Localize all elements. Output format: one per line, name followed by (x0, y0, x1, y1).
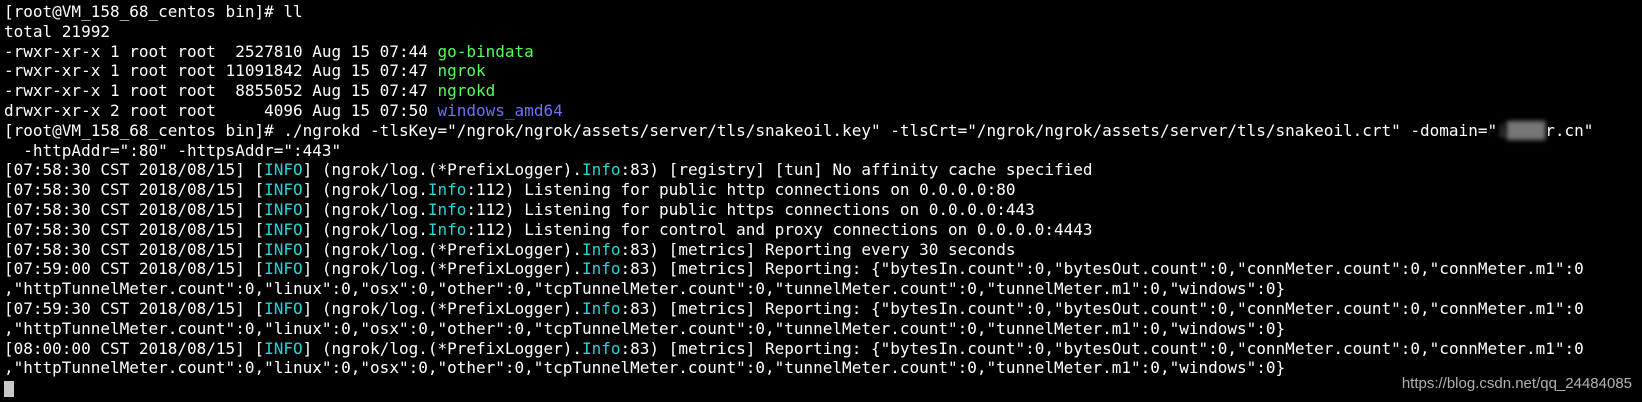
terminal-text-segment: :83) [metrics] Reporting: {"bytesIn.coun… (620, 298, 1584, 318)
terminal-text-segment: r.cn" (1545, 120, 1594, 140)
terminal-text-segment: ] (ngrok/log. (302, 180, 428, 200)
terminal-text-segment: [07:58:30 CST 2018/08/15] [ (4, 239, 265, 259)
terminal-line: [07:58:30 CST 2018/08/15] [INFO] (ngrok/… (4, 180, 1593, 200)
terminal-text-segment: [07:59:30 CST 2018/08/15] [ (4, 298, 265, 318)
terminal-text-segment: -rwxr-xr-x 1 root root 8855052 Aug 15 07… (4, 81, 438, 101)
terminal-text-segment: ,"httpTunnelMeter.count":0,"linux":0,"os… (4, 358, 1286, 378)
terminal-line: -rwxr-xr-x 1 root root 8855052 Aug 15 07… (4, 81, 1593, 101)
terminal-text-segment: total 21992 (4, 21, 110, 41)
terminal-text-segment: Info (581, 160, 621, 180)
terminal-text-segment: :112) Listening for control and proxy co… (466, 219, 1093, 239)
terminal-line: [08:00:00 CST 2018/08/15] [INFO] (ngrok/… (4, 339, 1593, 359)
terminal-text-segment: [root@VM_158_68_centos bin]# ll (4, 2, 303, 21)
terminal-line: ,"httpTunnelMeter.count":0,"linux":0,"os… (4, 279, 1593, 299)
terminal-text-segment: INFO (264, 199, 303, 219)
terminal-text-segment: ngrokd (437, 81, 496, 101)
terminal-text-segment: [07:58:30 CST 2018/08/15] [ (4, 160, 265, 180)
terminal-line: [07:59:00 CST 2018/08/15] [INFO] (ngrok/… (4, 259, 1593, 279)
terminal-text-segment: INFO (264, 259, 303, 279)
terminal-text-segment: ,"httpTunnelMeter.count":0,"linux":0,"os… (4, 318, 1286, 338)
terminal-text-segment: INFO (264, 219, 303, 239)
terminal-line: [07:58:30 CST 2018/08/15] [INFO] (ngrok/… (4, 200, 1593, 220)
terminal-text-segment: [07:59:00 CST 2018/08/15] [ (4, 259, 265, 279)
terminal-line: total 21992 (4, 22, 1593, 42)
terminal-text-segment: drwxr-xr-x 2 root root 4096 Aug 15 07:50 (4, 100, 438, 120)
terminal-line: -httpAddr=":80" -httpsAddr=":443" (4, 141, 1593, 161)
terminal-text-segment: ngrok (437, 61, 486, 81)
terminal-line: -rwxr-xr-x 1 root root 11091842 Aug 15 0… (4, 61, 1593, 81)
terminal-line: [07:58:30 CST 2018/08/15] [INFO] (ngrok/… (4, 220, 1593, 240)
terminal-text-segment: Info (581, 298, 621, 318)
terminal-text-segment: ] (ngrok/log.(*PrefixLogger). (302, 298, 582, 318)
terminal-line: [07:58:30 CST 2018/08/15] [INFO] (ngrok/… (4, 160, 1593, 180)
terminal-text-segment: :112) Listening for public http connecti… (466, 180, 1016, 200)
terminal-text-segment: -rwxr-xr-x 1 root root 11091842 Aug 15 0… (4, 61, 438, 81)
terminal-text-segment: go-bindata (437, 41, 534, 61)
terminal-text-segment: Info (581, 259, 621, 279)
terminal-text-segment: Info (427, 199, 467, 219)
terminal-line: ,"httpTunnelMeter.count":0,"linux":0,"os… (4, 319, 1593, 339)
terminal-text-segment: ] (ngrok/log. (302, 219, 428, 239)
terminal-text-segment: INFO (264, 338, 303, 358)
terminal-text-segment: :83) [metrics] Reporting: {"bytesIn.coun… (620, 338, 1584, 358)
terminal-output: [root@VM_158_68_centos bin]# ll total 219… (4, 2, 1593, 398)
terminal-text-segment: Info (581, 239, 621, 259)
terminal-line: [07:58:30 CST 2018/08/15] [INFO] (ngrok/… (4, 240, 1593, 260)
terminal-text-segment: -rwxr-xr-x 1 root root 2527810 Aug 15 07… (4, 41, 438, 61)
terminal-text-segment: Info (427, 180, 467, 200)
terminal-text-segment: :112) Listening for public https connect… (466, 199, 1035, 219)
terminal-text-segment: INFO (264, 180, 303, 200)
terminal-text-segment: [08:00:00 CST 2018/08/15] [ (4, 338, 265, 358)
terminal-text-segment: ] (ngrok/log.(*PrefixLogger). (302, 259, 582, 279)
terminal-text-segment: Info (427, 219, 467, 239)
terminal-text-segment: ] (ngrok/log.(*PrefixLogger). (302, 338, 582, 358)
terminal-text-segment: Info (581, 338, 621, 358)
terminal-text-segment: :83) [metrics] Reporting: {"bytesIn.coun… (620, 259, 1584, 279)
terminal-text-segment: -httpAddr=":80" -httpsAddr=":443" (4, 140, 342, 160)
terminal-text-segment: :83) [metrics] Reporting every 30 second… (620, 239, 1016, 259)
terminal-text-segment: windows_amd64 (437, 100, 563, 120)
redacted-text: i████ (1497, 120, 1546, 140)
terminal-line: [root@VM_158_68_centos bin]# ./ngrokd -t… (4, 121, 1593, 141)
terminal-cursor (4, 380, 14, 397)
terminal-line: [root@VM_158_68_centos bin]# ll (4, 2, 1593, 22)
terminal-text-segment: :83) [registry] [tun] No affinity cache … (620, 160, 1093, 180)
terminal-text-segment: INFO (264, 239, 303, 259)
terminal-text-segment: [07:58:30 CST 2018/08/15] [ (4, 219, 265, 239)
terminal-window[interactable]: [root@VM_158_68_centos bin]# ll total 219… (0, 0, 1642, 402)
terminal-text-segment: [07:58:30 CST 2018/08/15] [ (4, 180, 265, 200)
terminal-line: drwxr-xr-x 2 root root 4096 Aug 15 07:50… (4, 101, 1593, 121)
terminal-cursor-line (4, 378, 1593, 398)
terminal-text-segment: INFO (264, 298, 303, 318)
terminal-text-segment: ,"httpTunnelMeter.count":0,"linux":0,"os… (4, 279, 1286, 299)
terminal-text-segment: ] (ngrok/log. (302, 199, 428, 219)
terminal-line: ,"httpTunnelMeter.count":0,"linux":0,"os… (4, 358, 1593, 378)
terminal-line: [07:59:30 CST 2018/08/15] [INFO] (ngrok/… (4, 299, 1593, 319)
terminal-text-segment: [07:58:30 CST 2018/08/15] [ (4, 199, 265, 219)
watermark: https://blog.csdn.net/qq_24484085 (1401, 375, 1632, 392)
terminal-text-segment: [root@VM_158_68_centos bin]# ./ngrokd -t… (4, 120, 1498, 140)
terminal-text-segment: ] (ngrok/log.(*PrefixLogger). (302, 160, 582, 180)
terminal-text-segment: INFO (264, 160, 303, 180)
terminal-line: -rwxr-xr-x 1 root root 2527810 Aug 15 07… (4, 42, 1593, 62)
terminal-text-segment: ] (ngrok/log.(*PrefixLogger). (302, 239, 582, 259)
